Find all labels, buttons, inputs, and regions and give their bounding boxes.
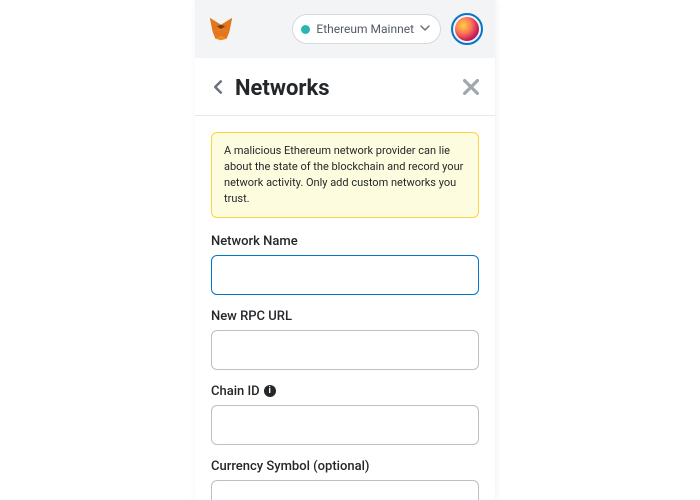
- input-currency-symbol[interactable]: [211, 480, 479, 500]
- form-area: A malicious Ethereum network provider ca…: [195, 116, 495, 500]
- avatar-icon: [455, 17, 479, 41]
- back-button[interactable]: [211, 80, 235, 98]
- input-network-name[interactable]: [211, 255, 479, 295]
- close-button[interactable]: [463, 78, 479, 100]
- info-icon[interactable]: i: [264, 385, 276, 397]
- network-status-dot-icon: [301, 25, 310, 34]
- field-network-name: Network Name: [211, 234, 479, 295]
- page-title: Networks: [235, 76, 463, 101]
- field-rpc-url: New RPC URL: [211, 309, 479, 370]
- metamask-fox-icon: [207, 15, 235, 43]
- account-avatar[interactable]: [451, 13, 483, 45]
- warning-banner: A malicious Ethereum network provider ca…: [211, 132, 479, 218]
- warning-text: A malicious Ethereum network provider ca…: [224, 144, 463, 205]
- network-selector-label: Ethereum Mainnet: [316, 22, 414, 36]
- field-currency-symbol: Currency Symbol (optional): [211, 459, 479, 500]
- chevron-down-icon: [420, 22, 430, 36]
- extension-popup: Ethereum Mainnet Networks A malicious Et…: [195, 0, 495, 500]
- label-network-name: Network Name: [211, 234, 479, 249]
- page-header: Networks: [195, 58, 495, 116]
- input-chain-id[interactable]: [211, 405, 479, 445]
- label-chain-id-text: Chain ID: [211, 384, 260, 399]
- top-bar: Ethereum Mainnet: [195, 0, 495, 58]
- label-rpc-url: New RPC URL: [211, 309, 479, 324]
- field-chain-id: Chain ID i: [211, 384, 479, 445]
- input-rpc-url[interactable]: [211, 330, 479, 370]
- label-currency-symbol: Currency Symbol (optional): [211, 459, 479, 474]
- network-selector[interactable]: Ethereum Mainnet: [292, 14, 441, 44]
- label-chain-id: Chain ID i: [211, 384, 479, 399]
